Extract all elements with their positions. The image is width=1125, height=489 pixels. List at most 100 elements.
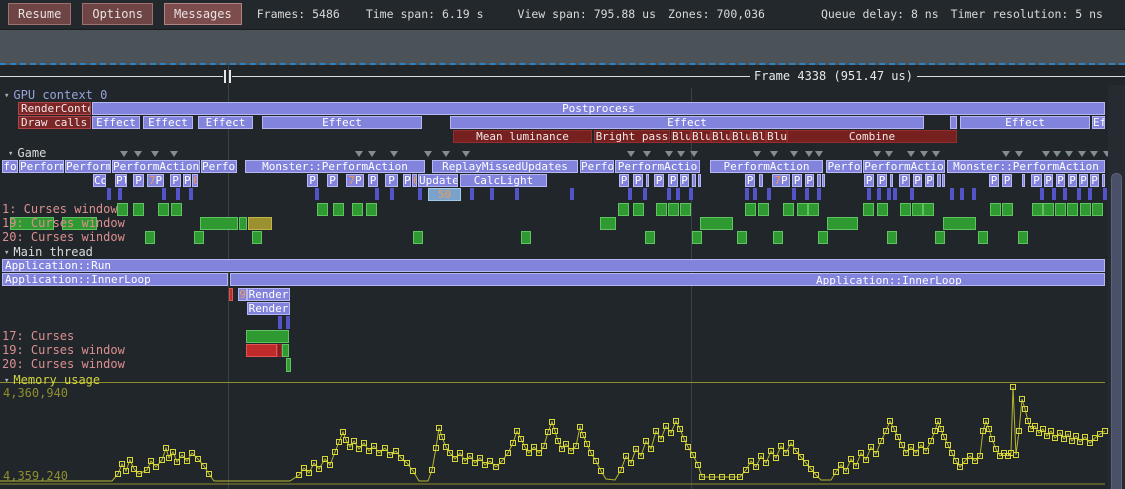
collapsed-zone-tick[interactable] <box>676 188 680 200</box>
lock-held-span[interactable] <box>758 203 769 216</box>
lock-held-span[interactable] <box>1032 203 1043 216</box>
collapsed-zone-tick[interactable] <box>887 188 891 200</box>
lock-held-span[interactable] <box>680 203 691 216</box>
lock-held-span[interactable] <box>145 231 155 244</box>
zone-span[interactable] <box>1102 174 1105 187</box>
lock-held-span[interactable] <box>900 203 911 216</box>
zone-span[interactable]: P <box>680 174 689 187</box>
lock-held-span[interactable] <box>863 203 874 216</box>
zone-span[interactable]: Postprocess <box>92 102 1105 115</box>
collapsed-zone-tick[interactable] <box>1040 188 1044 200</box>
collapsed-zone-tick[interactable] <box>805 188 809 200</box>
lock-label[interactable]: 19: Curses window <box>2 344 125 357</box>
section-header-main-thread[interactable]: ▾Main thread <box>4 245 93 259</box>
lock-held-span[interactable] <box>700 217 733 230</box>
zone-span[interactable]: P <box>864 174 874 187</box>
collapsed-zone-tick[interactable] <box>189 188 193 200</box>
collapsed-zone-tick[interactable] <box>490 188 494 200</box>
collapsed-zone-tick[interactable] <box>418 188 422 200</box>
lock-held-span[interactable] <box>978 231 988 244</box>
collapsed-zone-tick[interactable] <box>375 188 379 200</box>
message-marker-icon[interactable] <box>932 151 940 157</box>
zone-span[interactable]: Render <box>247 302 290 315</box>
lock-held-span[interactable] <box>783 203 794 216</box>
zone-span[interactable]: Effect <box>92 116 140 129</box>
lock-held-span[interactable] <box>645 231 655 244</box>
lock-held-span[interactable] <box>1080 203 1091 216</box>
lock-blocked-span[interactable] <box>229 288 233 301</box>
message-marker-icon[interactable] <box>753 151 761 157</box>
zone-span[interactable]: Effect <box>198 116 253 129</box>
zone-span[interactable]: P <box>133 174 144 187</box>
collapsed-zone-tick[interactable] <box>470 188 474 200</box>
zone-span[interactable]: Perform <box>65 160 111 173</box>
message-marker-icon[interactable] <box>368 151 376 157</box>
message-marker-icon[interactable] <box>355 151 363 157</box>
frames-overview[interactable] <box>0 29 1125 65</box>
zone-span[interactable]: P <box>989 174 999 187</box>
zone-span[interactable] <box>646 174 649 187</box>
scrollbar-track[interactable] <box>1108 85 1125 489</box>
gpu-zone-span[interactable]: Bright pass <box>594 130 670 143</box>
lock-label[interactable]: 20: Curses window <box>2 358 125 371</box>
lock-held-span[interactable] <box>633 203 644 216</box>
memory-usage-graph[interactable] <box>0 375 1125 489</box>
zone-span[interactable]: Update <box>418 174 458 187</box>
collapsed-zone-tick[interactable] <box>1103 188 1107 200</box>
lock-held-span[interactable] <box>252 231 262 244</box>
collapsed-zone-tick[interactable] <box>118 188 122 200</box>
zone-span[interactable] <box>698 174 701 187</box>
message-marker-icon[interactable] <box>424 151 432 157</box>
message-marker-icon[interactable] <box>790 151 798 157</box>
lock-held-span[interactable] <box>935 231 945 244</box>
zone-span[interactable]: Application::InnerLoop <box>2 273 228 286</box>
message-marker-icon[interactable] <box>627 151 635 157</box>
gpu-zone-span[interactable]: Mean luminance <box>453 130 592 143</box>
zone-span[interactable]: Perform <box>19 160 64 173</box>
zone-span[interactable]: 6 <box>412 174 417 187</box>
zone-span[interactable]: P <box>792 174 802 187</box>
message-marker-icon[interactable] <box>1090 151 1098 157</box>
lock-held-span[interactable] <box>286 358 291 372</box>
lock-held-span[interactable] <box>1067 203 1078 216</box>
zone-span[interactable]: P <box>899 174 910 187</box>
collapsed-zone-tick[interactable] <box>643 188 647 200</box>
gpu-zone-span[interactable]: Combine <box>787 130 957 143</box>
frame-label[interactable]: Frame 4338 (951.47 us) <box>750 70 917 83</box>
collapsed-zones-badge[interactable]: 50 <box>428 188 461 201</box>
resume-button[interactable]: Resume <box>8 3 71 25</box>
zone-span[interactable] <box>950 116 957 129</box>
message-marker-icon[interactable] <box>442 151 450 157</box>
zone-span[interactable] <box>890 174 893 187</box>
zone-span[interactable]: P <box>1044 174 1053 187</box>
zone-span[interactable] <box>759 174 763 187</box>
zone-span[interactable]: P <box>1079 174 1088 187</box>
message-marker-icon[interactable] <box>815 151 823 157</box>
collapsed-zone-tick[interactable] <box>315 188 319 200</box>
collapsed-zone-tick[interactable] <box>767 188 771 200</box>
zone-span[interactable]: P <box>183 174 191 187</box>
zone-span[interactable]: Ef <box>1092 116 1105 129</box>
zone-span[interactable]: Application::Run <box>2 259 1105 272</box>
lock-held-span[interactable] <box>1043 203 1054 216</box>
messages-button[interactable]: Messages <box>164 3 242 25</box>
zone-span[interactable]: Render <box>247 288 290 301</box>
message-marker-icon[interactable] <box>770 151 778 157</box>
message-marker-icon[interactable] <box>920 151 928 157</box>
lock-held-span[interactable] <box>943 217 976 230</box>
lock-held-span[interactable] <box>333 203 344 216</box>
zone-span[interactable]: PerformAction <box>112 160 200 173</box>
collapsed-zone-tick[interactable] <box>893 188 897 200</box>
collapsed-zone-tick[interactable] <box>278 316 282 329</box>
timeline-row-label[interactable]: RenderConte <box>18 102 91 115</box>
zone-span[interactable] <box>817 174 821 187</box>
collapsed-zone-tick[interactable] <box>667 188 671 200</box>
collapsed-zone-tick[interactable] <box>628 188 632 200</box>
zone-span[interactable]: P <box>327 174 338 187</box>
gpu-zone-span[interactable]: Blur <box>766 130 787 143</box>
collapsed-zone-tick[interactable] <box>950 188 954 200</box>
zone-span[interactable]: PerformAction <box>710 160 823 173</box>
lock-held-span[interactable] <box>317 203 328 216</box>
zone-span[interactable]: PerformActio <box>615 160 700 173</box>
zone-span[interactable] <box>1022 174 1025 187</box>
